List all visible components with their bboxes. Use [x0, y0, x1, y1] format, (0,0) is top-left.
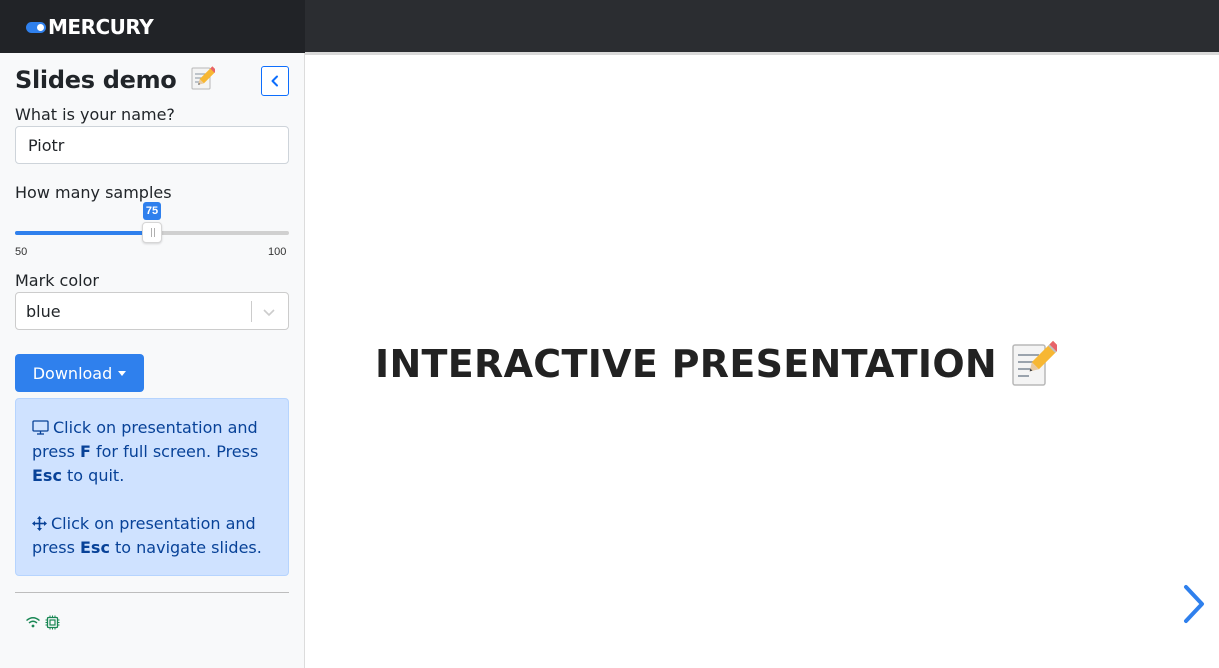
- samples-slider-tooltip: 75: [143, 202, 161, 220]
- info-fullscreen-text-2: for full screen. Press: [90, 442, 259, 461]
- slide-title-text: INTERACTIVE PRESENTATION: [375, 342, 998, 386]
- download-button[interactable]: Download: [15, 354, 144, 392]
- select-separator: [251, 301, 252, 322]
- chevron-left-icon: [271, 75, 278, 87]
- loading-bar: [305, 52, 1219, 55]
- name-label: What is your name?: [15, 105, 175, 124]
- sidebar-divider: [15, 592, 289, 593]
- chevron-down-icon[interactable]: [262, 305, 276, 319]
- samples-slider-max: 100: [268, 246, 287, 258]
- info-fullscreen: Click on presentation and press F for fu…: [32, 416, 272, 488]
- pencil-memo-icon: [191, 66, 217, 90]
- brand-name: MERCURY: [48, 15, 154, 39]
- info-navigate: Click on presentation and press Esc to n…: [32, 512, 272, 560]
- info-alert: Click on presentation and press F for fu…: [15, 398, 289, 576]
- samples-label: How many samples: [15, 183, 172, 202]
- samples-slider-handle[interactable]: [142, 222, 162, 243]
- desktop-icon: [32, 420, 49, 435]
- next-slide-arrow[interactable]: [1180, 584, 1208, 624]
- mark-color-select[interactable]: blue: [15, 292, 289, 330]
- wifi-icon: [26, 617, 40, 628]
- info-navigate-text-2: to navigate slides.: [109, 538, 262, 557]
- sidebar-title-text: Slides demo: [15, 66, 177, 94]
- samples-slider-fill: [15, 231, 152, 235]
- samples-slider-min: 50: [15, 246, 28, 258]
- top-navbar: MERCURY: [0, 0, 1219, 55]
- info-key-esc: Esc: [32, 466, 62, 485]
- mark-color-label: Mark color: [15, 271, 99, 290]
- name-input[interactable]: Piotr: [15, 126, 289, 164]
- mark-color-value: blue: [26, 302, 61, 321]
- collapse-sidebar-button[interactable]: [261, 66, 289, 96]
- info-key-f: F: [79, 442, 91, 461]
- sidebar: Slides demo What is your name? Piotr How…: [0, 53, 305, 668]
- chip-icon: [45, 615, 60, 630]
- brand-logo[interactable]: MERCURY: [26, 15, 154, 39]
- info-key-esc-2: Esc: [79, 538, 110, 557]
- info-fullscreen-text-3: to quit.: [61, 466, 125, 485]
- brand-area: MERCURY: [0, 0, 305, 53]
- arrows-move-icon: [32, 516, 47, 531]
- pencil-memo-icon: [1012, 340, 1058, 386]
- slide-title[interactable]: INTERACTIVE PRESENTATION: [375, 340, 1058, 388]
- download-label: Download: [32, 363, 113, 383]
- toggle-icon: [26, 21, 46, 33]
- sidebar-title: Slides demo: [15, 65, 217, 94]
- caret-down-icon: [118, 370, 127, 376]
- name-input-value: Piotr: [28, 135, 65, 155]
